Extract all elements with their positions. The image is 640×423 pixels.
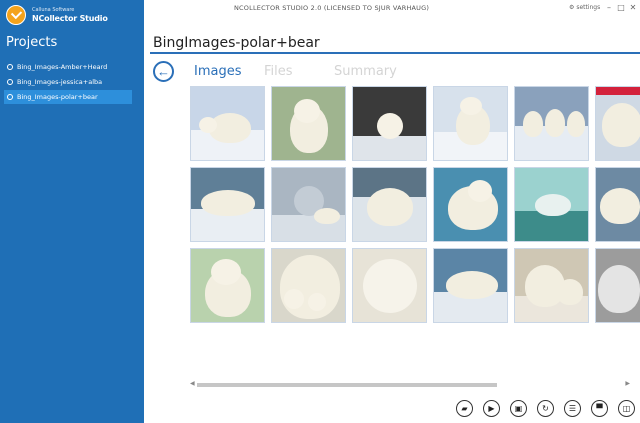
back-button[interactable]: ← — [153, 61, 174, 82]
brand: Calluna Software NCollector Studio — [6, 5, 142, 27]
image-thumbnail[interactable] — [595, 86, 640, 161]
header-divider — [150, 52, 640, 54]
image-thumbnail[interactable] — [352, 167, 427, 242]
gear-icon: ⚙ — [569, 4, 575, 11]
minimize-button[interactable]: – — [604, 3, 614, 12]
panel-button[interactable]: ◫ — [618, 400, 635, 417]
tab-images[interactable]: Images — [194, 64, 242, 79]
open-folder-icon: ▰ — [461, 404, 468, 413]
settings-label: settings — [576, 4, 601, 11]
image-thumbnail[interactable] — [190, 167, 265, 242]
play-icon: ▶ — [488, 404, 495, 413]
image-thumbnail[interactable] — [514, 86, 589, 161]
list-button[interactable]: ☰ — [564, 400, 581, 417]
image-thumbnail[interactable] — [433, 86, 508, 161]
ncollector-logo-icon — [6, 5, 26, 25]
sidebar-item-jessica-alba[interactable]: Bing_Images-jessica+alba — [4, 75, 132, 89]
page-title: BingImages-polar+bear — [153, 35, 320, 51]
image-thumbnail[interactable] — [595, 248, 640, 323]
sidebar-item-label: Bing_Images-polar+bear — [17, 93, 98, 101]
image-thumbnail[interactable] — [271, 248, 346, 323]
company-name: Calluna Software — [32, 7, 75, 13]
sidebar-item-label: Bing_Images-Amber+Heard — [17, 63, 108, 71]
tab-summary[interactable]: Summary — [334, 64, 397, 79]
scroll-right-icon[interactable]: ▶ — [625, 380, 630, 387]
play-button[interactable]: ▶ — [483, 400, 500, 417]
image-thumbnail[interactable] — [190, 86, 265, 161]
sidebar-item-label: Bing_Images-jessica+alba — [17, 78, 103, 86]
sidebar-item-amber-heard[interactable]: Bing_Images-Amber+Heard — [4, 60, 132, 74]
save-button[interactable]: ▣ — [510, 400, 527, 417]
tab-files[interactable]: Files — [264, 64, 293, 79]
settings-button[interactable]: ⚙ settings — [569, 4, 600, 11]
panel-icon: ◫ — [622, 404, 631, 413]
scrollbar-thumb[interactable] — [197, 383, 497, 387]
image-thumbnail[interactable] — [595, 167, 640, 242]
close-button[interactable]: ✕ — [628, 3, 638, 12]
sidebar: Calluna Software NCollector Studio Proje… — [0, 0, 144, 423]
scroll-left-icon[interactable]: ◀ — [190, 380, 195, 387]
redo-icon: ↻ — [542, 404, 549, 413]
redo-button[interactable]: ↻ — [537, 400, 554, 417]
horizontal-scrollbar[interactable]: ◀ ▶ — [190, 380, 630, 387]
project-icon — [7, 64, 13, 70]
project-icon — [7, 79, 13, 85]
back-arrow-icon: ← — [157, 64, 170, 79]
image-thumbnail[interactable] — [271, 86, 346, 161]
image-thumbnail[interactable] — [433, 248, 508, 323]
sidebar-item-polar-bear[interactable]: Bing_Images-polar+bear — [4, 90, 132, 104]
project-icon — [7, 94, 13, 100]
window-button[interactable]: ▀ — [591, 400, 608, 417]
image-thumbnail[interactable] — [352, 248, 427, 323]
image-thumbnail[interactable] — [352, 86, 427, 161]
list-icon: ☰ — [568, 404, 577, 413]
projects-heading: Projects — [6, 35, 58, 50]
image-grid — [190, 86, 640, 326]
image-thumbnail[interactable] — [433, 167, 508, 242]
open-folder-button[interactable]: ▰ — [456, 400, 473, 417]
maximize-button[interactable]: □ — [616, 3, 626, 12]
image-thumbnail[interactable] — [514, 248, 589, 323]
image-thumbnail[interactable] — [514, 167, 589, 242]
save-icon: ▣ — [514, 404, 523, 413]
image-thumbnail[interactable] — [271, 167, 346, 242]
title-bar: NCOLLECTOR STUDIO 2.0 (LICENSED TO SJUR … — [144, 0, 640, 18]
product-name: NCollector Studio — [32, 14, 108, 23]
window-icon: ▀ — [596, 404, 603, 413]
image-thumbnail[interactable] — [190, 248, 265, 323]
window-title: NCOLLECTOR STUDIO 2.0 (LICENSED TO SJUR … — [234, 4, 430, 12]
